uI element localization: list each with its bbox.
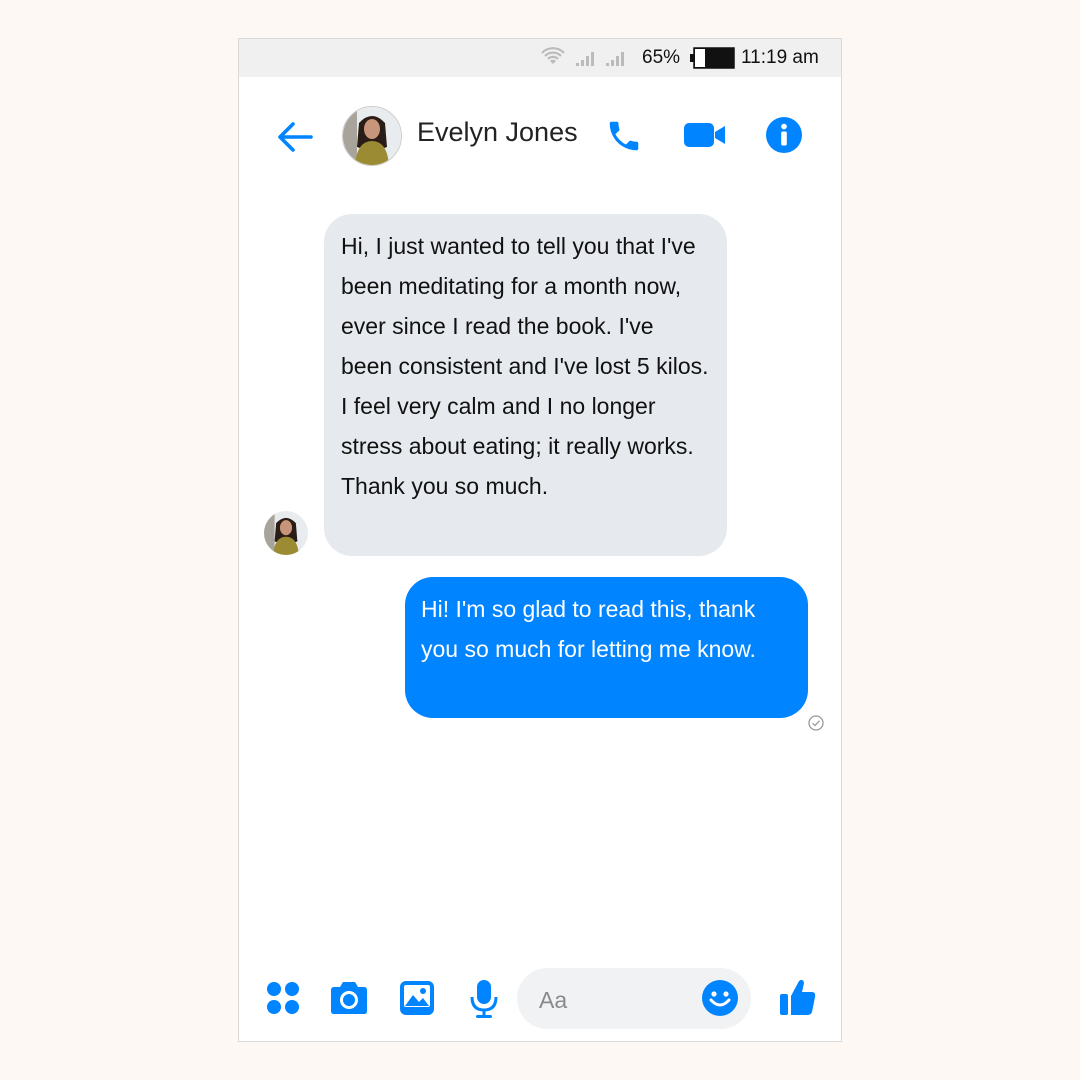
status-bar: 65% 11:19 am (239, 39, 841, 77)
battery-icon (690, 47, 735, 69)
message-composer[interactable] (517, 968, 751, 1029)
apps-grid-icon[interactable] (266, 981, 300, 1015)
back-arrow-icon[interactable] (275, 117, 315, 157)
image-icon[interactable] (399, 980, 435, 1016)
sender-avatar[interactable] (264, 511, 308, 555)
battery-percent: 65% (642, 47, 681, 68)
contact-avatar[interactable] (342, 106, 402, 166)
messenger-screen: 65% 11:19 am Evelyn Jones Hi, I just wan… (238, 38, 842, 1042)
phone-icon[interactable] (605, 117, 643, 155)
signal-icon-2 (606, 52, 624, 66)
contact-name[interactable]: Evelyn Jones (417, 117, 578, 148)
info-icon[interactable] (765, 116, 803, 154)
signal-icon (576, 52, 594, 66)
outgoing-message-bubble[interactable]: Hi! I'm so glad to read this, thank you … (405, 577, 808, 718)
delivered-check-icon (808, 715, 824, 731)
camera-icon[interactable] (329, 980, 369, 1016)
microphone-icon[interactable] (469, 979, 499, 1019)
clock: 11:19 am (741, 47, 819, 68)
wifi-icon (541, 47, 565, 64)
thumbs-up-icon[interactable] (779, 977, 817, 1017)
video-camera-icon[interactable] (683, 119, 727, 151)
emoji-icon[interactable] (701, 979, 739, 1017)
incoming-message-bubble[interactable]: Hi, I just wanted to tell you that I've … (324, 214, 727, 556)
message-input[interactable] (537, 982, 691, 1018)
